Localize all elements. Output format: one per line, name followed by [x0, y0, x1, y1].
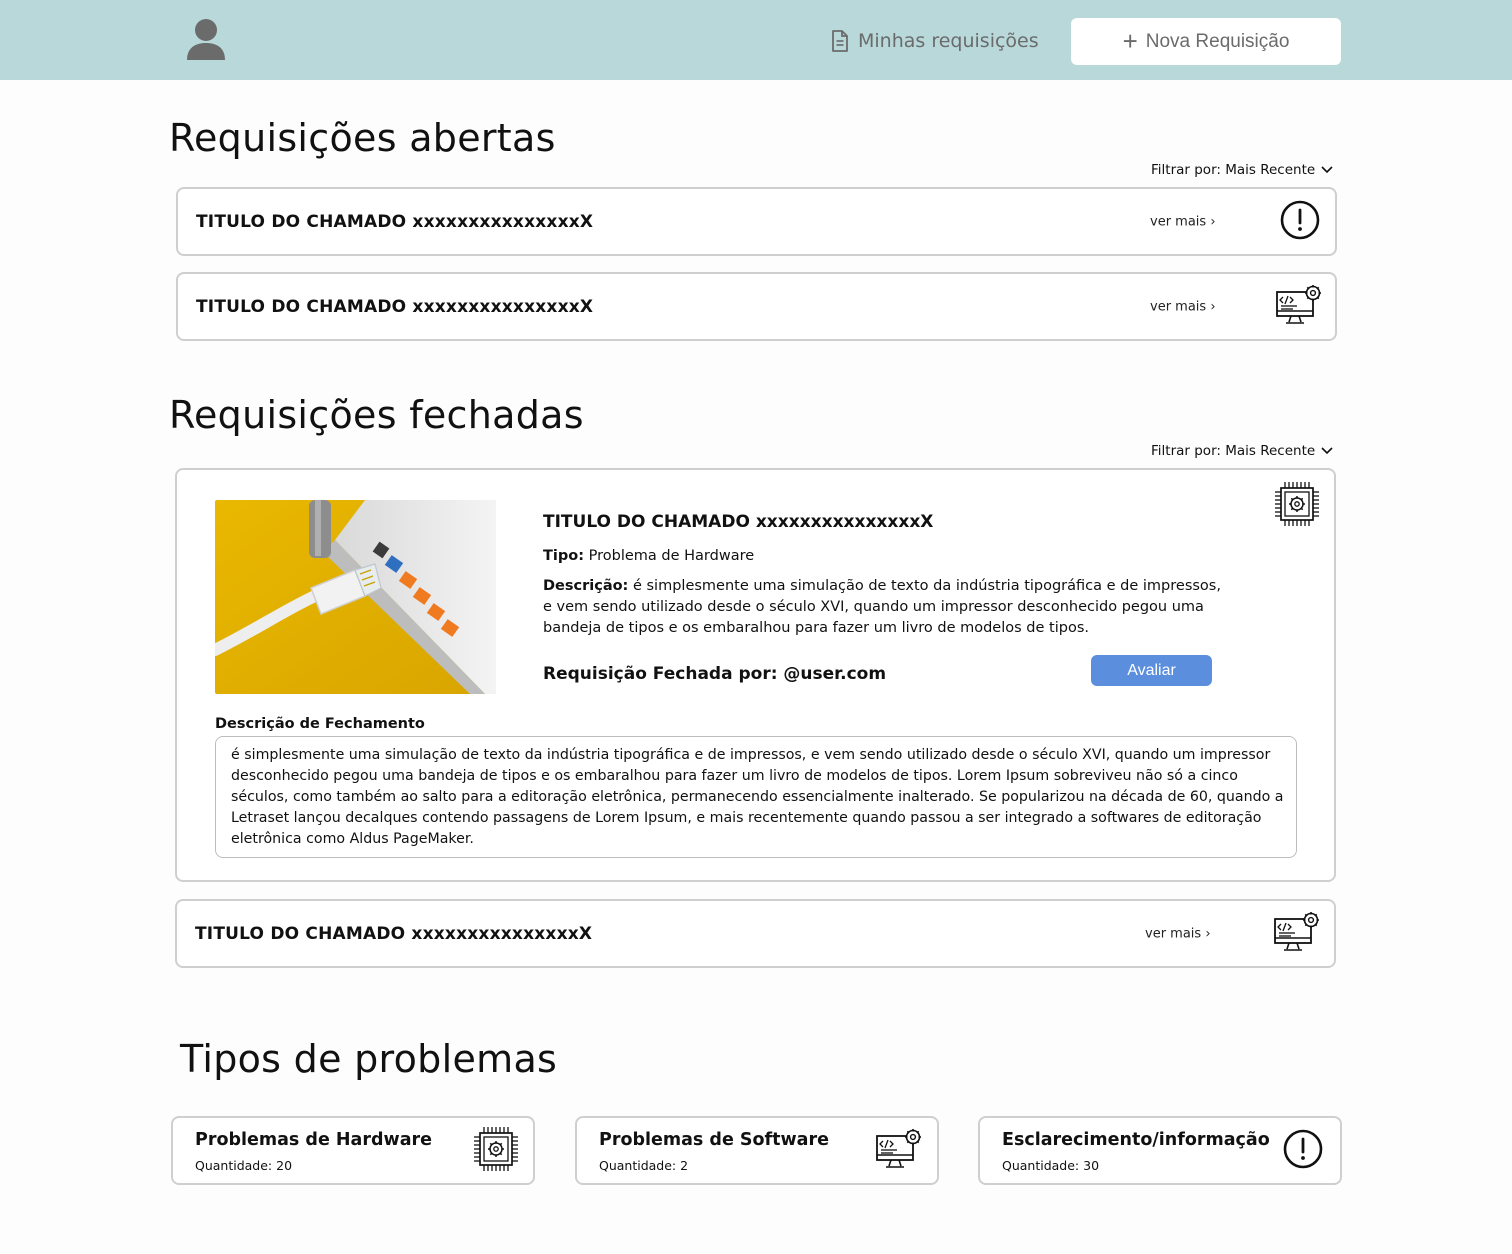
closed-ticket-expanded: TITULO DO CHAMADO xxxxxxxxxxxxxxxX Tipo:… [175, 468, 1336, 882]
open-ticket-2[interactable]: TITULO DO CHAMADO xxxxxxxxxxxxxxxX ver m… [176, 272, 1337, 341]
exclamation-icon [1282, 1128, 1324, 1174]
software-monitor-icon [1273, 911, 1321, 957]
filter-label: Filtrar por: Mais Recente [1151, 443, 1316, 459]
filter-label: Filtrar por: Mais Recente [1151, 162, 1316, 178]
closed-ticket-2[interactable]: TITULO DO CHAMADO xxxxxxxxxxxxxxxX ver m… [175, 899, 1336, 968]
closed-by-text: Requisição Fechada por: @user.com [543, 664, 887, 684]
ticket-title: TITULO DO CHAMADO xxxxxxxxxxxxxxxX [543, 512, 934, 532]
plus-icon: + [1122, 25, 1138, 56]
top-bar: Minhas requisições + Nova Requisição [0, 0, 1512, 80]
type-card-quantity: Quantidade: 2 [599, 1158, 689, 1173]
chevron-down-icon [1321, 447, 1333, 455]
hardware-chip-icon [1274, 481, 1320, 531]
software-monitor-icon [875, 1128, 923, 1174]
closing-description-box: é simplesmente uma simulação de texto da… [215, 736, 1297, 858]
rate-button[interactable]: Avaliar [1091, 655, 1212, 686]
software-monitor-icon [1275, 284, 1323, 330]
open-ticket-1[interactable]: TITULO DO CHAMADO xxxxxxxxxxxxxxxX ver m… [176, 187, 1337, 256]
hardware-chip-icon [473, 1126, 519, 1176]
ticket-title: TITULO DO CHAMADO xxxxxxxxxxxxxxxX [196, 211, 594, 232]
ticket-photo [215, 500, 496, 694]
type-card-software[interactable]: Problemas de Software Quantidade: 2 [575, 1116, 939, 1185]
ticket-description: Descrição: é simplesmente uma simulação … [543, 576, 1223, 639]
description-label: Descrição: [543, 578, 629, 594]
user-avatar-icon[interactable] [186, 18, 226, 60]
type-card-title: Esclarecimento/informação [1002, 1130, 1270, 1150]
closing-description-label: Descrição de Fechamento [215, 716, 425, 732]
see-more-link[interactable]: ver mais › [1150, 214, 1216, 229]
ticket-title: TITULO DO CHAMADO xxxxxxxxxxxxxxxX [195, 923, 593, 944]
ticket-title: TITULO DO CHAMADO xxxxxxxxxxxxxxxX [196, 296, 594, 317]
type-card-title: Problemas de Hardware [195, 1130, 433, 1150]
exclamation-icon [1279, 199, 1321, 245]
chevron-down-icon [1321, 166, 1333, 174]
problem-types-title: Tipos de problemas [180, 1037, 558, 1081]
type-card-information[interactable]: Esclarecimento/informação Quantidade: 30 [978, 1116, 1342, 1185]
document-icon [832, 30, 848, 52]
my-requests-link[interactable]: Minhas requisições [830, 28, 1039, 54]
see-more-link[interactable]: ver mais › [1145, 926, 1211, 941]
type-value: Problema de Hardware [588, 548, 755, 564]
type-card-title: Problemas de Software [599, 1130, 829, 1150]
ticket-type: Tipo: Problema de Hardware [543, 548, 754, 564]
closed-requests-title: Requisições fechadas [169, 393, 584, 437]
closed-filter-dropdown[interactable]: Filtrar por: Mais Recente [1151, 443, 1333, 459]
see-more-link[interactable]: ver mais › [1150, 299, 1216, 314]
new-request-label: Nova Requisição [1145, 30, 1290, 52]
type-card-quantity: Quantidade: 20 [195, 1158, 293, 1173]
open-filter-dropdown[interactable]: Filtrar por: Mais Recente [1151, 162, 1333, 178]
type-label: Tipo: [543, 548, 585, 564]
type-card-hardware[interactable]: Problemas de Hardware Quantidade: 20 [171, 1116, 535, 1185]
open-requests-title: Requisições abertas [169, 116, 556, 160]
type-card-quantity: Quantidade: 30 [1002, 1158, 1100, 1173]
new-request-button[interactable]: + Nova Requisição [1071, 18, 1341, 65]
my-requests-label: Minhas requisições [858, 30, 1039, 52]
description-value: é simplesmente uma simulação de texto da… [543, 578, 1221, 636]
